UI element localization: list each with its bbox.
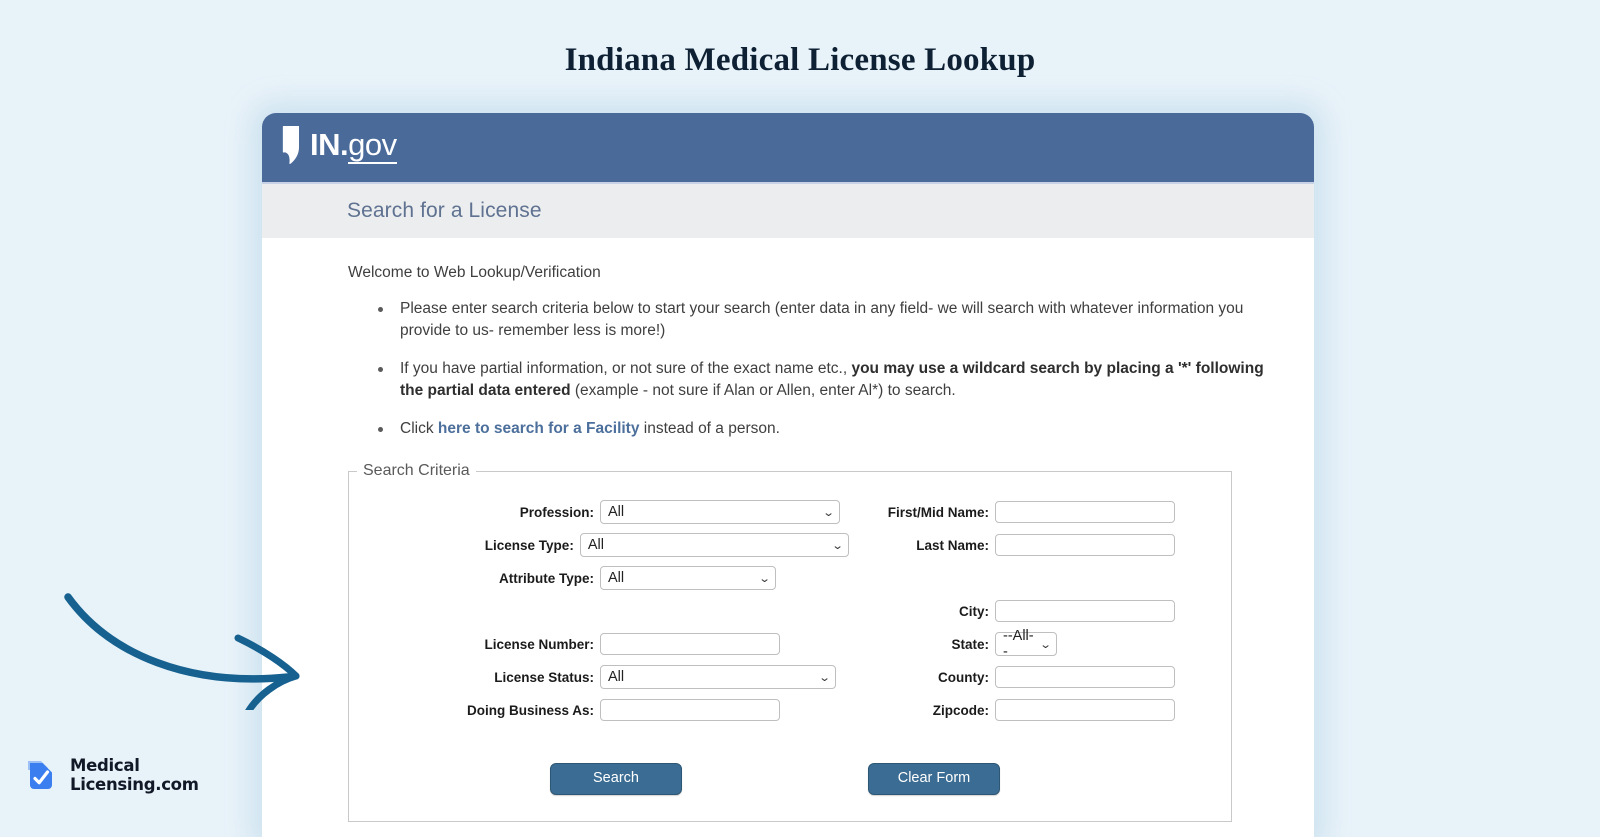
search-criteria-fieldset: Search Criteria Profession: All ⌄ License T… (348, 462, 1232, 822)
input-license-number[interactable] (600, 633, 780, 655)
select-state[interactable]: --All-- ⌄ (995, 628, 1057, 660)
page-title: Indiana Medical License Lookup (564, 42, 1036, 78)
label-city: City: (959, 603, 989, 619)
chevron-down-icon: ⌄ (822, 506, 835, 519)
page-subheader: Search for a License (262, 182, 1314, 238)
body-text: (example - not sure if Alan or Allen, en… (570, 382, 956, 399)
form-row-license-number: License Number: (349, 630, 849, 658)
note-wildcard: If you have partial information, or not … (370, 358, 1274, 402)
body-text: Please enter search criteria below to st… (400, 300, 1244, 339)
ingov-gov-text: gov (348, 127, 397, 164)
gov-header: IN.gov (262, 113, 1314, 182)
select-value: All (587, 537, 604, 553)
select-value: All (608, 570, 625, 586)
medical-licensing-check-logo-icon (28, 761, 52, 789)
instructions-list: Please enter search criteria below to st… (348, 298, 1274, 440)
input-city[interactable] (995, 600, 1175, 622)
body-text: If you have partial information, or not … (400, 360, 852, 377)
subheader-title: Search for a License (347, 199, 542, 222)
note-facility: Click here to search for a Facility inst… (370, 418, 1274, 440)
label-attribute-type: Attribute Type: (499, 570, 594, 586)
form-row-last-name: Last Name: (849, 531, 1219, 559)
input-zipcode[interactable] (995, 699, 1175, 721)
body-text: Click (400, 420, 438, 437)
label-zipcode: Zipcode: (932, 702, 989, 718)
label-state: State: (951, 636, 989, 652)
browser-card: IN.gov Search for a License Welcome to W… (262, 113, 1314, 837)
label-doing-business-as: Doing Business As: (466, 702, 594, 718)
form-row-state: State: --All-- ⌄ (849, 628, 1219, 660)
form-row-license-type: License Type: All ⌄ (349, 531, 849, 559)
chevron-down-icon: ⌄ (1039, 638, 1052, 651)
form-row-zipcode: Zipcode: (849, 696, 1219, 724)
medicallicensing-brand[interactable]: Medical Licensing.com (20, 755, 199, 795)
label-license-number: License Number: (484, 636, 594, 652)
brand-line-2: Licensing.com (70, 775, 199, 794)
form-row-attribute-type: Attribute Type: All ⌄ (349, 564, 849, 592)
note-search-criteria: Please enter search criteria below to st… (370, 298, 1274, 342)
form-row-county: County: (849, 663, 1219, 691)
label-county: County: (938, 669, 989, 685)
main-content: Welcome to Web Lookup/Verification Pleas… (262, 238, 1314, 822)
body-text: instead of a person. (639, 420, 780, 437)
form-row-first-mid-name: First/Mid Name: (849, 498, 1219, 526)
clear-form-button[interactable]: Clear Form (868, 763, 1000, 795)
form-row-profession: Profession: All ⌄ (349, 498, 849, 526)
chevron-down-icon: ⌄ (758, 572, 771, 585)
input-county[interactable] (995, 666, 1175, 688)
ingov-wordmark: IN.gov (310, 127, 397, 164)
brand-wordmark: Medical Licensing.com (70, 756, 199, 794)
select-license-type[interactable]: All ⌄ (579, 533, 849, 557)
search-form-left-column: Profession: All ⌄ License Type: All ⌄ Attribut… (349, 498, 849, 729)
form-actions: Search Clear Form (349, 729, 1231, 795)
label-last-name: Last Name: (916, 537, 989, 553)
select-value: All (608, 504, 625, 520)
select-attribute-type[interactable]: All ⌄ (600, 566, 776, 590)
label-license-status: License Status: (494, 669, 594, 685)
input-doing-business-as[interactable] (600, 699, 780, 721)
input-last-name[interactable] (995, 534, 1175, 556)
input-first-mid-name[interactable] (995, 501, 1175, 523)
select-profession[interactable]: All ⌄ (600, 500, 840, 524)
search-form-right-column: First/Mid Name: Last Name: City: State: --A… (849, 498, 1219, 729)
form-row-city: City: (849, 597, 1219, 625)
ingov-in-text: IN (310, 127, 341, 162)
facility-search-link[interactable]: here to search for a Facility (438, 420, 640, 437)
chevron-down-icon: ⌄ (818, 671, 831, 684)
ingov-dot-text: . (340, 127, 349, 162)
search-form-grid: Profession: All ⌄ License Type: All ⌄ Attribut… (349, 490, 1231, 729)
select-license-status[interactable]: All ⌄ (600, 665, 836, 689)
search-criteria-legend: Search Criteria (363, 462, 470, 479)
select-value: All (608, 669, 625, 685)
ingov-logo[interactable]: IN.gov (279, 125, 397, 165)
brand-line-1: Medical (70, 756, 140, 775)
select-value: --All-- (1003, 628, 1034, 660)
form-row-doing-business-as: Doing Business As: (349, 696, 849, 724)
label-profession: Profession: (519, 504, 594, 520)
label-license-type: License Type: (484, 537, 574, 553)
search-button[interactable]: Search (550, 763, 682, 795)
indiana-state-shape-icon (282, 126, 299, 164)
form-row-license-status: License Status: All ⌄ (349, 663, 849, 691)
chevron-down-icon: ⌄ (831, 539, 844, 552)
label-first-mid-name: First/Mid Name: (887, 504, 989, 520)
welcome-text: Welcome to Web Lookup/Verification (348, 264, 601, 281)
